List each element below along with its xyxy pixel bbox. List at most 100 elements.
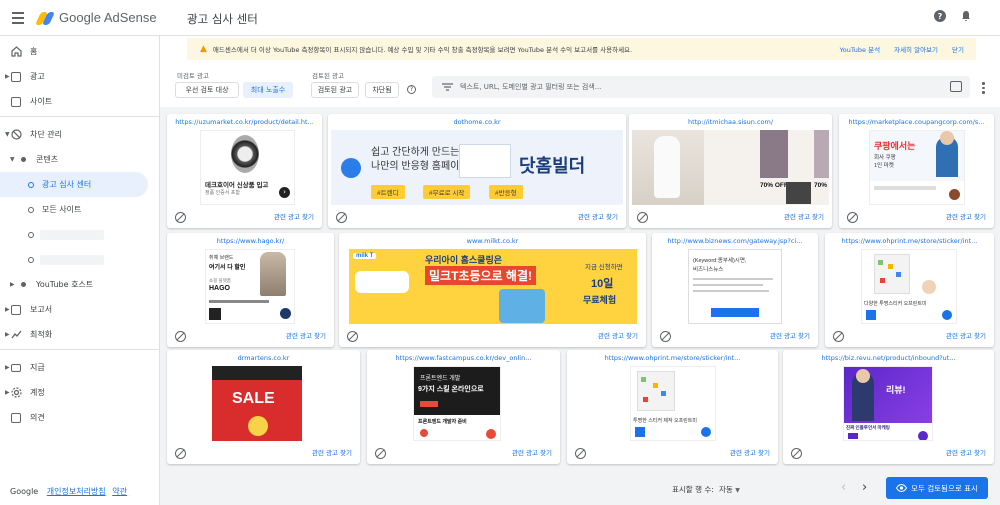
sidebar-item-content[interactable]: ▼ 콘텐츠	[0, 147, 150, 172]
sidebar-item-ad-review-center[interactable]: 광고 심사 센터	[0, 172, 148, 197]
ad-url[interactable]: https://www.hago.kr/	[167, 237, 334, 245]
more-vert-icon[interactable]	[982, 82, 985, 94]
ad-card[interactable]: http://itmichaa.sisun.com/ 70% OFF 70% 관…	[629, 114, 832, 228]
menu-icon[interactable]	[0, 0, 36, 36]
ad-url[interactable]: dothome.co.kr	[328, 118, 626, 126]
ad-card[interactable]: dothome.co.kr 쉽고 간단하게 만드는 나만의 반응형 홈페이지 닷…	[328, 114, 626, 228]
sidebar-item-account[interactable]: ▶ 계정	[0, 380, 150, 405]
block-icon[interactable]	[833, 331, 844, 342]
find-related-ads-link[interactable]: 관련 광고 찾기	[286, 330, 326, 340]
ad-creative[interactable]: 쉽고 간단하게 만드는 나만의 반응형 홈페이지 닷홈빌더 #트렌디 #무료로 …	[331, 130, 623, 205]
dismiss-link[interactable]: 닫기	[952, 44, 964, 54]
ad-url[interactable]: https://www.ohprint.me/store/sticker/int…	[567, 354, 778, 362]
blocked-chip[interactable]: 차단됨	[365, 82, 399, 98]
block-icon[interactable]	[375, 448, 386, 459]
youtube-analytics-link[interactable]: YouTube 분석	[840, 44, 880, 54]
ad-creative[interactable]: 취예 브랜드 여기서 다 할인 쇼핑 플랫폼 HAGO	[205, 249, 295, 324]
block-icon[interactable]	[847, 212, 858, 223]
block-icon[interactable]	[660, 331, 671, 342]
sidebar-item-ads[interactable]: ▶ 광고	[0, 64, 150, 89]
ad-card[interactable]: https://www.hago.kr/ 취예 브랜드 여기서 다 할인 쇼핑 …	[167, 233, 334, 347]
ad-card[interactable]: drmartens.co.kr SALE 관련 광고 찾기	[167, 350, 360, 464]
find-related-ads-link[interactable]: 관련 광고 찾기	[946, 330, 986, 340]
sidebar-item-all-sites[interactable]: 모든 사이트	[0, 197, 150, 222]
sidebar-item-home[interactable]: 홈	[0, 39, 150, 64]
next-page-icon[interactable]: ›	[862, 480, 867, 495]
block-icon[interactable]	[347, 331, 358, 342]
mark-all-reviewed-button[interactable]: 모두 검토됨으로 표시	[886, 477, 988, 499]
ad-url[interactable]: https://uzumarket.co.kr/product/detail.h…	[167, 118, 322, 126]
dropdown-arrow-icon: ▼	[735, 487, 740, 494]
expand-arrow-icon: ▶	[10, 281, 15, 288]
ad-url[interactable]: https://www.fastcampus.co.kr/dev_onlin..…	[367, 354, 560, 362]
ad-card[interactable]: https://www.ohprint.me/store/sticker/int…	[825, 233, 994, 347]
priority-review-chip[interactable]: 우선 검토 대상	[175, 82, 239, 98]
logo[interactable]: Google AdSense	[34, 10, 157, 25]
ad-creative[interactable]: 투명한 스티커 제작 오프린트미	[630, 366, 716, 441]
bell-icon[interactable]	[960, 10, 972, 22]
learn-more-link[interactable]: 자세히 알아보기	[894, 44, 938, 54]
block-icon[interactable]	[175, 448, 186, 459]
sidebar-item-optimization[interactable]: ▶ 최적화	[0, 322, 150, 347]
ad-creative[interactable]: 프론트엔드 개발 9가지 스킬 온라인으로 프론트엔드 개발자 준비	[413, 366, 501, 441]
sidebar-item-payments[interactable]: ▶ 지급	[0, 355, 150, 380]
ad-creative[interactable]: (Keyword:종부세)시면, 비즈니스뉴스	[688, 249, 782, 324]
ad-creative[interactable]: 쿠팡에서는 회사 쿠팡 1인 마켓	[869, 130, 965, 205]
sidebar-item-reports[interactable]: ▶ 보고서	[0, 297, 150, 322]
find-related-ads-link[interactable]: 관련 광고 찾기	[512, 447, 552, 457]
ads-icon	[11, 71, 21, 82]
find-related-ads-link[interactable]: 관련 광고 찾기	[312, 447, 352, 457]
ad-card[interactable]: https://www.ohprint.me/store/sticker/int…	[567, 350, 778, 464]
block-icon[interactable]	[637, 212, 648, 223]
privacy-link[interactable]: 개인정보처리방침	[47, 487, 106, 496]
ad-url[interactable]: www.milkt.co.kr	[339, 237, 646, 245]
ad-creative[interactable]: 다양한 투명스티커 오프린트미	[861, 249, 957, 324]
reviewed-ads-chip[interactable]: 검토된 광고	[311, 82, 359, 98]
ad-card[interactable]: https://www.fastcampus.co.kr/dev_onlin..…	[367, 350, 560, 464]
ad-creative[interactable]: 리뷰! 진짜 인플루언서 마케팅	[843, 366, 933, 441]
sidebar-item-site-redacted[interactable]	[0, 247, 150, 272]
ad-card[interactable]: http://www.biznews.com/gateway.jsp?ci...…	[652, 233, 818, 347]
sidebar-item-youtube-host[interactable]: ▶ YouTube 호스트	[0, 272, 150, 297]
block-icon[interactable]	[336, 212, 347, 223]
find-related-ads-link[interactable]: 관련 광고 찾기	[946, 211, 986, 221]
ad-review-icon	[28, 181, 34, 188]
help-icon[interactable]: ?	[407, 85, 416, 94]
ad-card[interactable]: https://uzumarket.co.kr/product/detail.h…	[167, 114, 322, 228]
ad-url[interactable]: http://www.biznews.com/gateway.jsp?ci...	[652, 237, 818, 245]
sidebar-item-sites[interactable]: 사이트	[0, 89, 150, 114]
block-icon[interactable]	[575, 448, 586, 459]
sidebar-item-feedback[interactable]: 의견	[0, 405, 150, 430]
ad-creative[interactable]: milk T 우리아이 홈스쿨링은 밀크T초등으로 해결! 지금 신청하면 10…	[349, 249, 637, 324]
block-icon[interactable]	[791, 448, 802, 459]
previous-page-icon[interactable]: ‹	[841, 480, 846, 495]
block-icon[interactable]	[175, 212, 186, 223]
camera-icon[interactable]	[950, 81, 962, 92]
ad-card[interactable]: https://marketplace.coupangcorp.com/s...…	[839, 114, 994, 228]
ad-creative[interactable]: 70% OFF 70%	[632, 130, 829, 205]
search-input[interactable]: 텍스트, URL, 도메인별 광고 필터링 또는 검색...	[432, 76, 970, 98]
find-related-ads-link[interactable]: 관련 광고 찾기	[946, 447, 986, 457]
ad-url[interactable]: https://www.ohprint.me/store/sticker/int…	[825, 237, 994, 245]
ad-url[interactable]: https://biz.revu.net/product/inbound?ut.…	[783, 354, 994, 362]
find-related-ads-link[interactable]: 관련 광고 찾기	[578, 211, 618, 221]
ad-card[interactable]: www.milkt.co.kr milk T 우리아이 홈스쿨링은 밀크T초등으…	[339, 233, 646, 347]
find-related-ads-link[interactable]: 관련 광고 찾기	[274, 211, 314, 221]
rows-per-page-select[interactable]: 자동 ▼	[719, 484, 740, 495]
ad-url[interactable]: http://itmichaa.sisun.com/	[629, 118, 832, 126]
ad-url[interactable]: drmartens.co.kr	[167, 354, 360, 362]
find-related-ads-link[interactable]: 관련 광고 찾기	[770, 330, 810, 340]
ad-creative[interactable]: SALE	[212, 366, 302, 441]
find-related-ads-link[interactable]: 관련 광고 찾기	[730, 447, 770, 457]
help-icon[interactable]: ?	[934, 10, 946, 22]
ad-card[interactable]: https://biz.revu.net/product/inbound?ut.…	[783, 350, 994, 464]
sidebar-item-blocking-controls[interactable]: ▼ 차단 관리	[0, 122, 150, 147]
max-impressions-chip[interactable]: 최대 노출수	[243, 82, 293, 98]
block-icon[interactable]	[175, 331, 186, 342]
terms-link[interactable]: 약관	[112, 487, 127, 496]
find-related-ads-link[interactable]: 관련 광고 찾기	[598, 330, 638, 340]
sidebar-item-site-redacted[interactable]	[0, 222, 150, 247]
ad-creative[interactable]: 데크호이어 신상품 입고 정품 인증서 포함 ›	[200, 130, 295, 205]
find-related-ads-link[interactable]: 관련 광고 찾기	[784, 211, 824, 221]
ad-url[interactable]: https://marketplace.coupangcorp.com/s...	[839, 118, 994, 126]
